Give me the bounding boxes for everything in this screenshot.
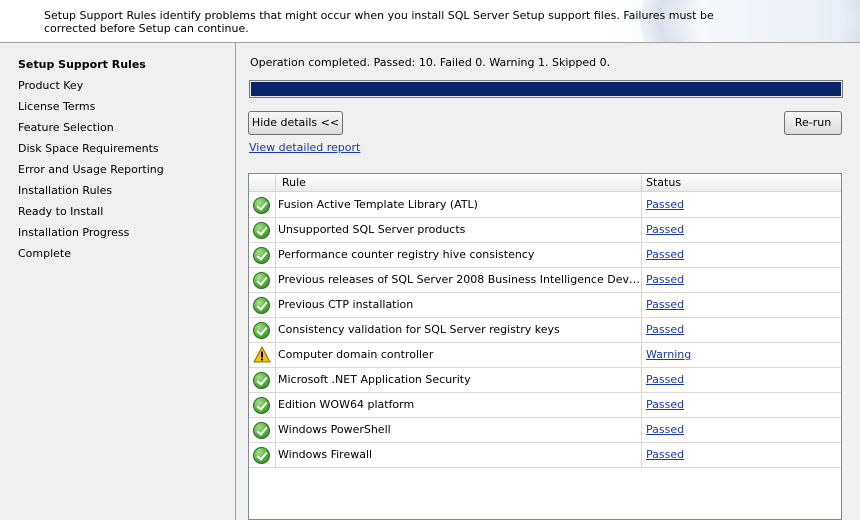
progress-bar-fill — [251, 82, 841, 96]
wizard-steps-sidebar: Setup Support Rules Product Key License … — [0, 43, 236, 520]
success-check-icon — [253, 447, 270, 464]
status-cell: Passed — [642, 393, 841, 417]
rule-name: Edition WOW64 platform — [276, 393, 642, 417]
icon-column-header — [249, 174, 276, 192]
sidebar-item-disk-space[interactable]: Disk Space Requirements — [18, 140, 159, 158]
rule-name: Windows Firewall — [276, 443, 642, 467]
success-check-icon — [253, 372, 270, 389]
success-check-icon — [253, 322, 270, 339]
sidebar-item-complete[interactable]: Complete — [18, 245, 71, 263]
rule-name: Microsoft .NET Application Security — [276, 368, 642, 392]
row-icon-cell — [249, 243, 276, 267]
status-link[interactable]: Passed — [646, 298, 684, 311]
sidebar-item-license-terms[interactable]: License Terms — [18, 98, 95, 116]
status-cell: Passed — [642, 218, 841, 242]
table-row[interactable]: Performance counter registry hive consis… — [249, 243, 841, 268]
status-link[interactable]: Passed — [646, 373, 684, 386]
row-icon-cell — [249, 193, 276, 217]
success-check-icon — [253, 197, 270, 214]
status-cell: Passed — [642, 318, 841, 342]
status-cell: Passed — [642, 418, 841, 442]
table-row[interactable]: Fusion Active Template Library (ATL) Pass… — [249, 193, 841, 218]
table-row[interactable]: Previous CTP installation Passed — [249, 293, 841, 318]
status-link[interactable]: Passed — [646, 198, 684, 211]
rerun-button[interactable]: Re-run — [784, 111, 842, 135]
table-row[interactable]: Microsoft .NET Application Security Passe… — [249, 368, 841, 393]
rule-name: Computer domain controller — [276, 343, 642, 367]
header-banner: Setup Support Rules identify problems th… — [0, 0, 860, 43]
row-icon-cell — [249, 293, 276, 317]
warning-triangle-icon — [253, 346, 271, 363]
success-check-icon — [253, 422, 270, 439]
view-detailed-report-link[interactable]: View detailed report — [249, 141, 360, 154]
status-link[interactable]: Passed — [646, 223, 684, 236]
sidebar-item-installation-progress[interactable]: Installation Progress — [18, 224, 129, 242]
status-cell: Passed — [642, 193, 841, 217]
status-link[interactable]: Passed — [646, 248, 684, 261]
row-icon-cell — [249, 268, 276, 292]
row-icon-cell — [249, 218, 276, 242]
table-row[interactable]: Unsupported SQL Server products Passed — [249, 218, 841, 243]
status-cell: Warning — [642, 343, 841, 367]
status-link[interactable]: Passed — [646, 423, 684, 436]
status-cell: Passed — [642, 243, 841, 267]
status-link[interactable]: Warning — [646, 348, 691, 361]
progress-bar — [249, 80, 843, 98]
rules-table: Rule Status Fusion Active Template Libra… — [248, 173, 842, 520]
status-cell: Passed — [642, 443, 841, 467]
row-icon-cell — [249, 318, 276, 342]
row-icon-cell — [249, 368, 276, 392]
success-check-icon — [253, 297, 270, 314]
sidebar-item-setup-support-rules[interactable]: Setup Support Rules — [18, 56, 146, 74]
table-row[interactable]: Previous releases of SQL Server 2008 Bus… — [249, 268, 841, 293]
operation-status-text: Operation completed. Passed: 10. Failed … — [250, 56, 611, 69]
rule-name: Unsupported SQL Server products — [276, 218, 642, 242]
rule-name: Fusion Active Template Library (ATL) — [276, 193, 642, 217]
success-check-icon — [253, 222, 270, 239]
success-check-icon — [253, 272, 270, 289]
table-row[interactable]: Computer domain controller Warning — [249, 343, 841, 368]
rule-name: Consistency validation for SQL Server re… — [276, 318, 642, 342]
main-panel: Operation completed. Passed: 10. Failed … — [237, 43, 860, 520]
table-row[interactable]: Edition WOW64 platform Passed — [249, 393, 841, 418]
rule-name: Previous releases of SQL Server 2008 Bus… — [276, 268, 642, 292]
row-icon-cell — [249, 393, 276, 417]
rule-name: Performance counter registry hive consis… — [276, 243, 642, 267]
status-link[interactable]: Passed — [646, 448, 684, 461]
table-header: Rule Status — [249, 174, 841, 192]
hide-details-button[interactable]: Hide details << — [248, 111, 343, 135]
status-link[interactable]: Passed — [646, 323, 684, 336]
status-link[interactable]: Passed — [646, 398, 684, 411]
sidebar-item-error-usage-reporting[interactable]: Error and Usage Reporting — [18, 161, 164, 179]
sidebar-item-feature-selection[interactable]: Feature Selection — [18, 119, 114, 137]
header-description: Setup Support Rules identify problems th… — [44, 9, 714, 35]
row-icon-cell — [249, 418, 276, 442]
table-row[interactable]: Windows Firewall Passed — [249, 443, 841, 468]
sidebar-item-installation-rules[interactable]: Installation Rules — [18, 182, 112, 200]
table-row[interactable]: Windows PowerShell Passed — [249, 418, 841, 443]
status-cell: Passed — [642, 268, 841, 292]
status-cell: Passed — [642, 368, 841, 392]
rule-column-header[interactable]: Rule — [276, 174, 642, 192]
sidebar-item-product-key[interactable]: Product Key — [18, 77, 83, 95]
status-link[interactable]: Passed — [646, 273, 684, 286]
status-column-header[interactable]: Status — [642, 174, 841, 192]
success-check-icon — [253, 247, 270, 264]
table-row[interactable]: Consistency validation for SQL Server re… — [249, 318, 841, 343]
rule-name: Windows PowerShell — [276, 418, 642, 442]
rule-name: Previous CTP installation — [276, 293, 642, 317]
status-cell: Passed — [642, 293, 841, 317]
row-icon-cell — [249, 443, 276, 467]
success-check-icon — [253, 397, 270, 414]
sidebar-item-ready-to-install[interactable]: Ready to Install — [18, 203, 103, 221]
row-icon-cell — [249, 343, 276, 367]
